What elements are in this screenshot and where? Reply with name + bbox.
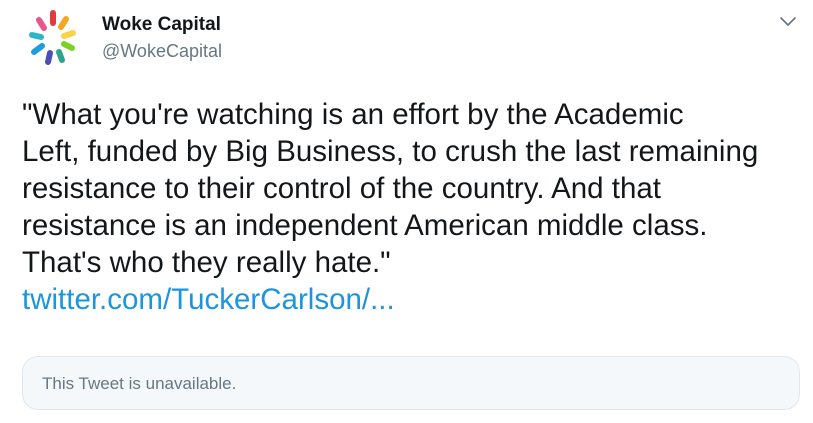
author-block: Woke Capital @WokeCapital (102, 13, 222, 63)
avatar[interactable] (22, 8, 84, 70)
quoted-tweet-card[interactable]: This Tweet is unavailable. (22, 356, 800, 410)
author-display-name[interactable]: Woke Capital (102, 13, 222, 37)
chevron-down-icon (780, 17, 796, 26)
tweet-link[interactable]: twitter.com/TuckerCarlson/... (22, 283, 395, 316)
tweet-unavailable-message: This Tweet is unavailable. (42, 374, 237, 393)
author-handle[interactable]: @WokeCapital (102, 39, 222, 63)
tweet-text: "What you're watching is an effort by th… (22, 98, 759, 279)
tweet-card: Woke Capital @WokeCapital "What you're w… (0, 0, 813, 423)
tweet-menu-button[interactable] (777, 14, 799, 30)
woke-capital-logo-icon (29, 10, 76, 65)
tweet-body: "What you're watching is an effort by th… (22, 96, 812, 318)
